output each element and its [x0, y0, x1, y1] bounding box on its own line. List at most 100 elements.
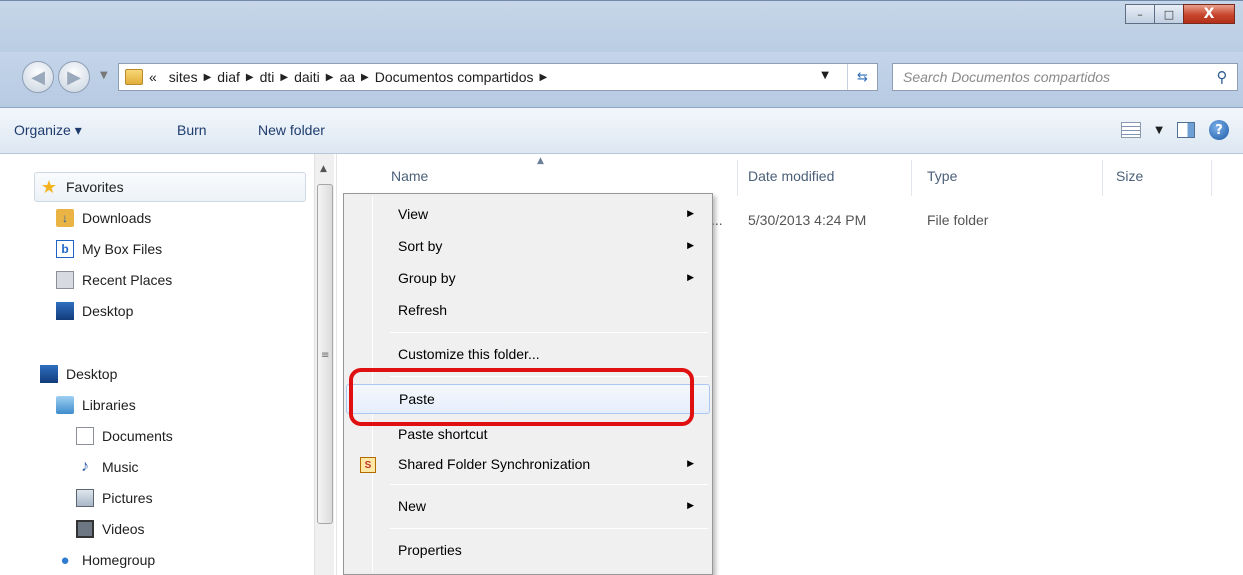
back-button[interactable]: ◀ — [22, 61, 54, 93]
scroll-up-icon[interactable]: ▲ — [320, 164, 327, 174]
sidebar-item-my-box-files[interactable]: b My Box Files — [56, 235, 162, 263]
views-dropdown-icon[interactable]: ▼ — [1155, 125, 1163, 136]
change-view-icon[interactable] — [1121, 122, 1142, 138]
menu-item-label: View — [398, 206, 429, 222]
sidebar-item-label: Favorites — [66, 179, 124, 195]
column-divider[interactable] — [911, 160, 912, 196]
sidebar-item-favorites[interactable]: ★ Favorites — [40, 173, 124, 201]
sidebar-item-desktop[interactable]: Desktop — [40, 360, 117, 388]
navigation-row: ◀ ▶ ▼ « sites ▶ diaf ▶ dti ▶ daiti ▶ aa … — [0, 52, 1243, 108]
sidebar-item-label: Desktop — [82, 303, 134, 319]
row-type[interactable]: File folder — [927, 212, 988, 228]
column-header-type[interactable]: Type — [927, 168, 957, 184]
help-icon[interactable]: ? — [1209, 120, 1229, 140]
burn-button[interactable]: Burn — [177, 122, 207, 138]
breadcrumb-item[interactable]: aa — [339, 69, 355, 85]
menu-item-sort-by[interactable]: Sort by ▶ — [346, 232, 710, 262]
sidebar-item-videos[interactable]: Videos — [76, 515, 145, 543]
sidebar-item-recent-places[interactable]: Recent Places — [56, 266, 172, 294]
submenu-arrow-icon: ▶ — [687, 208, 694, 218]
search-icon[interactable]: ⚲ — [1207, 68, 1237, 86]
menu-item-refresh[interactable]: Refresh — [346, 296, 710, 326]
breadcrumb-item[interactable]: dti — [260, 69, 275, 85]
breadcrumb-item[interactable]: diaf — [217, 69, 240, 85]
sidebar-item-downloads[interactable]: ↓ Downloads — [56, 204, 151, 232]
document-icon — [76, 427, 94, 445]
menu-separator — [390, 332, 708, 333]
menu-item-shared-folder-sync[interactable]: S Shared Folder Synchronization ▶ — [346, 450, 710, 480]
breadcrumb: « sites ▶ diaf ▶ dti ▶ daiti ▶ aa ▶ Docu… — [149, 69, 553, 85]
sidebar-item-pictures[interactable]: Pictures — [76, 484, 153, 512]
refresh-icon[interactable]: ⇆ — [847, 64, 877, 90]
column-divider[interactable] — [1211, 160, 1212, 196]
sidebar-scrollbar[interactable]: ▲ ≡ — [314, 154, 334, 575]
downloads-folder-icon: ↓ — [56, 209, 74, 227]
menu-item-label: Shared Folder Synchronization — [398, 456, 591, 472]
organize-button[interactable]: Organize ▾ — [14, 122, 82, 139]
sidebar-item-desktop-favorite[interactable]: Desktop — [56, 297, 133, 325]
sidebar-item-label: Homegroup — [82, 552, 156, 568]
submenu-arrow-icon: ▶ — [687, 272, 694, 282]
chevron-right-icon[interactable]: ▶ — [246, 72, 254, 83]
column-header-date-modified[interactable]: Date modified — [748, 168, 834, 184]
folder-icon — [125, 69, 143, 85]
menu-item-label: Customize this folder... — [398, 346, 540, 362]
libraries-icon — [56, 396, 74, 414]
submenu-arrow-icon: ▶ — [687, 458, 694, 468]
column-header-size[interactable]: Size — [1116, 168, 1143, 184]
sidebar-item-label: Documents — [102, 428, 173, 444]
chevron-right-icon[interactable]: ▶ — [326, 72, 334, 83]
menu-item-label: Properties — [398, 542, 462, 558]
window-controls: – □ X — [1125, 4, 1235, 24]
column-divider[interactable] — [737, 160, 738, 196]
menu-item-properties[interactable]: Properties — [346, 536, 710, 566]
breadcrumb-item[interactable]: sites — [169, 69, 198, 85]
recent-locations-dropdown[interactable]: ▼ — [100, 70, 108, 81]
submenu-arrow-icon: ▶ — [687, 240, 694, 250]
menu-item-view[interactable]: View ▶ — [346, 200, 710, 230]
sidebar-item-libraries[interactable]: Libraries — [56, 391, 136, 419]
menu-item-label: Refresh — [398, 302, 448, 318]
new-folder-button[interactable]: New folder — [258, 122, 325, 138]
sidebar-item-music[interactable]: ♪ Music — [76, 453, 139, 481]
maximize-button[interactable]: □ — [1154, 4, 1184, 24]
star-icon: ★ — [40, 176, 58, 197]
sidebar-item-label: Downloads — [82, 210, 152, 226]
forward-button[interactable]: ▶ — [58, 61, 90, 93]
menu-item-label: Group by — [398, 270, 456, 286]
preview-pane-icon[interactable] — [1177, 122, 1195, 138]
column-header-name[interactable]: Name — [391, 168, 428, 184]
menu-item-customize-folder[interactable]: Customize this folder... — [346, 340, 710, 370]
sidebar-item-label: Videos — [102, 521, 145, 537]
row-date-modified[interactable]: 5/30/2013 4:24 PM — [748, 212, 866, 228]
menu-separator — [390, 484, 708, 485]
sort-ascending-icon: ▲ — [537, 156, 544, 166]
sidebar-item-label: My Box Files — [82, 241, 163, 257]
menu-item-new[interactable]: New ▶ — [346, 492, 710, 522]
breadcrumb-item[interactable]: Documentos compartidos — [375, 69, 534, 85]
recent-places-icon — [56, 271, 74, 289]
chevron-right-icon[interactable]: ▶ — [204, 72, 212, 83]
sidebar-item-documents[interactable]: Documents — [76, 422, 173, 450]
navigation-pane: ★ Favorites ↓ Downloads b My Box Files R… — [8, 154, 334, 575]
close-button[interactable]: X — [1183, 4, 1235, 24]
menu-item-group-by[interactable]: Group by ▶ — [346, 264, 710, 294]
sidebar-item-homegroup[interactable]: ● Homegroup — [56, 546, 155, 574]
box-icon: b — [56, 240, 74, 258]
chevron-right-icon[interactable]: ▶ — [361, 72, 369, 83]
chevron-right-icon[interactable]: ▶ — [280, 72, 288, 83]
title-bar: – □ X — [0, 0, 1243, 52]
address-dropdown-icon[interactable]: ▼ — [821, 70, 829, 81]
chevron-right-icon[interactable]: ▶ — [540, 72, 548, 83]
command-bar: Organize ▾ Burn New folder ▼ ? — [0, 108, 1243, 154]
scroll-grip-icon: ≡ — [321, 350, 330, 361]
breadcrumb-overflow[interactable]: « — [149, 69, 157, 85]
column-divider[interactable] — [1102, 160, 1103, 196]
minimize-button[interactable]: – — [1125, 4, 1155, 24]
videos-icon — [76, 520, 94, 538]
search-input[interactable]: Search Documentos compartidos ⚲ — [892, 63, 1238, 91]
address-bar[interactable]: « sites ▶ diaf ▶ dti ▶ daiti ▶ aa ▶ Docu… — [118, 63, 878, 91]
menu-item-label: Paste shortcut — [398, 426, 488, 442]
paste-highlight-annotation — [349, 368, 694, 426]
breadcrumb-item[interactable]: daiti — [294, 69, 320, 85]
